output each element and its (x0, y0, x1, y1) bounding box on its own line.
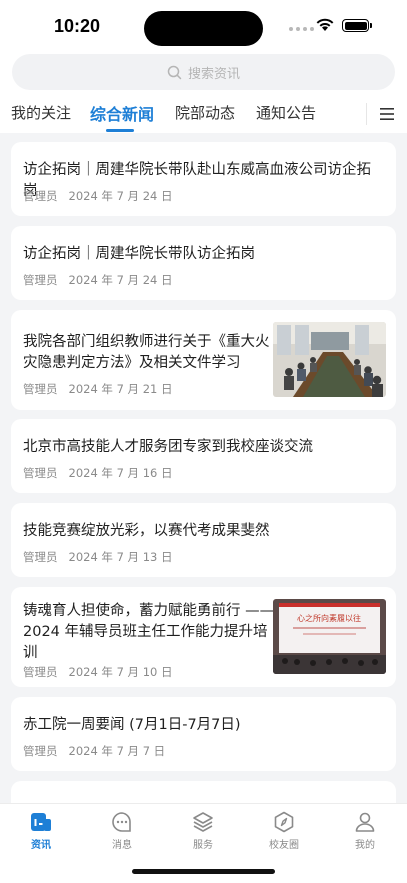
nav-label: 校友圈 (269, 840, 299, 851)
user-icon (355, 812, 375, 832)
nav-item-messages[interactable]: 消息 (92, 810, 152, 851)
news-card[interactable]: 赤工院一周要闻 (7月1日-7月7日) 管理员 2024 年 7 月 7 日 (11, 697, 396, 771)
news-date: 2024 年 7 月 7 日 (68, 744, 166, 758)
tab-department-news[interactable]: 院部动态 (175, 102, 235, 123)
message-icon (112, 812, 131, 832)
news-meta: 管理员 2024 年 7 月 10 日 (23, 664, 173, 680)
news-author: 管理员 (23, 382, 58, 396)
news-author: 管理员 (23, 273, 58, 287)
news-meta: 管理员 2024 年 7 月 24 日 (23, 272, 173, 288)
nav-item-services[interactable]: 服务 (173, 810, 233, 851)
search-placeholder: 搜索资讯 (187, 66, 240, 82)
news-author: 管理员 (23, 665, 58, 679)
news-meta: 管理员 2024 年 7 月 24 日 (23, 188, 173, 204)
dynamic-island (144, 11, 263, 46)
news-icon (31, 813, 51, 831)
news-date: 2024 年 7 月 13 日 (68, 550, 173, 564)
tab-my-follow[interactable]: 我的关注 (11, 102, 71, 123)
signal-dots-icon (289, 27, 314, 31)
news-date: 2024 年 7 月 24 日 (68, 273, 173, 287)
news-date: 2024 年 7 月 24 日 (68, 189, 173, 203)
search-input[interactable]: 搜索资讯 (12, 54, 395, 90)
news-author: 管理员 (23, 744, 58, 758)
banner-text: 心之所向素履以往 (297, 613, 361, 623)
news-date: 2024 年 7 月 16 日 (68, 466, 173, 480)
layers-icon (193, 812, 213, 832)
nav-label: 资讯 (31, 840, 51, 851)
tab-general-news[interactable]: 综合新闻 (90, 101, 154, 125)
news-card[interactable]: 访企拓岗｜周建华院长带队访企拓岗 管理员 2024 年 7 月 24 日 (11, 226, 396, 300)
compass-icon (274, 811, 294, 833)
news-thumbnail (273, 322, 386, 397)
search-icon (167, 65, 182, 79)
news-title: 北京市高技能人才服务团专家到我校座谈交流 (23, 439, 313, 455)
battery-icon (342, 19, 372, 32)
active-tab-indicator (106, 129, 134, 132)
news-meta: 管理员 2024 年 7 月 16 日 (23, 465, 173, 481)
status-bar: 10:20 (0, 0, 407, 52)
news-title: 访企拓岗｜周建华院长带队访企拓岗 (23, 246, 255, 262)
tab-notices[interactable]: 通知公告 (256, 102, 316, 123)
news-title: 我院各部门组织教师进行关于《重大火灾隐患判定方法》及相关文件学习 (23, 334, 270, 371)
nav-label: 消息 (112, 840, 132, 851)
tab-menu-button[interactable] (366, 100, 407, 128)
news-title: 技能竞赛绽放光彩，以赛代考成果斐然 (23, 523, 270, 539)
news-meta: 管理员 2024 年 7 月 21 日 (23, 381, 173, 397)
menu-icon (379, 108, 394, 120)
news-title: 赤工院一周要闻 (7月1日-7月7日) (23, 717, 241, 733)
news-card[interactable]: 访企拓岗｜周建华院长带队赴山东威高血液公司访企拓岗 管理员 2024 年 7 月… (11, 142, 396, 216)
status-time: 10:20 (54, 16, 101, 36)
header: 搜索资讯 我的关注 综合新闻 院部动态 通知公告 (0, 52, 407, 133)
news-card[interactable]: 我院各部门组织教师进行关于《重大火灾隐患判定方法》及相关文件学习 管理员 202… (11, 310, 396, 410)
news-author: 管理员 (23, 550, 58, 564)
news-author: 管理员 (23, 466, 58, 480)
category-tabs: 我的关注 综合新闻 院部动态 通知公告 (0, 100, 407, 133)
news-title: 铸魂育人担使命，蓄力赋能勇前行 —— 2024 年辅导员班主任工作能力提升培训 (23, 603, 275, 661)
news-date: 2024 年 7 月 21 日 (68, 382, 173, 396)
nav-label: 服务 (193, 840, 213, 851)
news-meta: 管理员 2024 年 7 月 7 日 (23, 743, 165, 759)
nav-item-news[interactable]: 资讯 (11, 810, 71, 851)
nav-label: 我的 (355, 840, 375, 851)
news-author: 管理员 (23, 189, 58, 203)
news-card[interactable]: 铸魂育人担使命，蓄力赋能勇前行 —— 2024 年辅导员班主任工作能力提升培训 … (11, 587, 396, 687)
news-thumbnail: 心之所向素履以往 (273, 599, 386, 674)
home-indicator (132, 869, 275, 874)
nav-item-profile[interactable]: 我的 (335, 810, 395, 851)
news-card[interactable]: 北京市高技能人才服务团专家到我校座谈交流 管理员 2024 年 7 月 16 日 (11, 419, 396, 493)
nav-item-alumni[interactable]: 校友圈 (254, 810, 314, 851)
news-meta: 管理员 2024 年 7 月 13 日 (23, 549, 173, 565)
news-card[interactable]: 技能竞赛绽放光彩，以赛代考成果斐然 管理员 2024 年 7 月 13 日 (11, 503, 396, 577)
wifi-icon (316, 18, 334, 31)
news-date: 2024 年 7 月 10 日 (68, 665, 173, 679)
